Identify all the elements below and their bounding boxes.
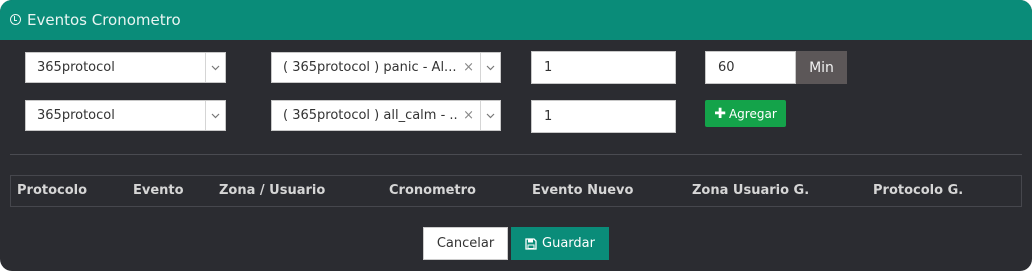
column-header-protocolo-g: Protocolo G. — [873, 183, 964, 198]
save-button[interactable]: Guardar — [511, 227, 609, 260]
event-select-value: ( 365protocol ) all_calm - ... — [283, 108, 458, 123]
quantity-input-row-1[interactable]: 1 — [531, 51, 676, 84]
eventos-cronometro-modal: Eventos Cronometro 365protocol ( 365prot… — [0, 0, 1032, 271]
events-table-header: Protocolo Evento Zona / Usuario Cronomet… — [10, 175, 1022, 207]
clear-icon[interactable]: × — [457, 60, 480, 75]
chevron-down-icon[interactable] — [480, 101, 500, 130]
column-header-zona-usuario: Zona / Usuario — [219, 183, 326, 198]
timer-minutes-input[interactable]: 60 — [705, 51, 796, 84]
add-button[interactable]: ✚ Agregar — [705, 100, 786, 127]
modal-title: Eventos Cronometro — [27, 11, 181, 29]
add-button-label: Agregar — [728, 106, 777, 121]
protocol-select-value: 365protocol — [37, 60, 115, 75]
chevron-down-icon[interactable] — [205, 53, 225, 82]
save-button-label: Guardar — [542, 236, 595, 251]
clock-icon — [10, 13, 21, 25]
quantity-input-row-2[interactable]: 1 — [531, 100, 676, 133]
plus-icon: ✚ — [714, 105, 726, 122]
event-select-value: ( 365protocol ) panic - Al... — [283, 60, 457, 75]
divider — [10, 154, 1022, 155]
chevron-down-icon[interactable] — [480, 53, 500, 82]
floppy-disk-icon — [525, 237, 537, 250]
column-header-evento: Evento — [133, 183, 184, 198]
protocol-select-row-1[interactable]: 365protocol — [25, 52, 226, 83]
column-header-evento-nuevo: Evento Nuevo — [532, 183, 634, 198]
protocol-select-value: 365protocol — [37, 108, 115, 123]
column-header-zona-usuario-g: Zona Usuario G. — [692, 183, 810, 198]
column-header-protocolo: Protocolo — [17, 183, 88, 198]
cancel-button[interactable]: Cancelar — [423, 227, 508, 260]
modal-header: Eventos Cronometro — [0, 0, 1032, 40]
chevron-down-icon[interactable] — [205, 101, 225, 130]
minutes-unit-addon: Min — [796, 51, 847, 84]
event-select-row-2[interactable]: ( 365protocol ) all_calm - ... × — [271, 100, 501, 131]
clear-icon[interactable]: × — [457, 108, 480, 123]
column-header-cronometro: Cronometro — [389, 183, 476, 198]
protocol-select-row-2[interactable]: 365protocol — [25, 100, 226, 131]
event-select-row-1[interactable]: ( 365protocol ) panic - Al... × — [271, 52, 501, 83]
